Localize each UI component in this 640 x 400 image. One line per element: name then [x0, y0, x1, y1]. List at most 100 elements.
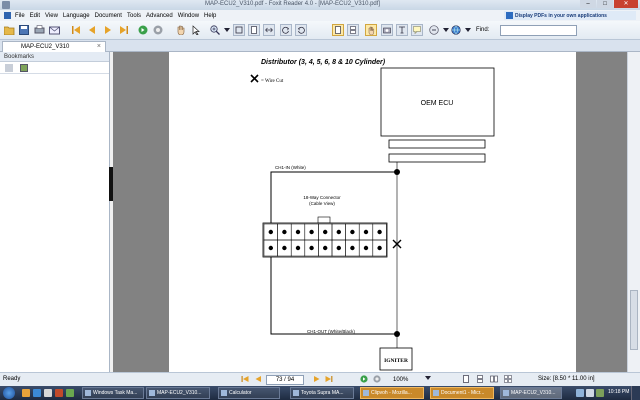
menu-tools[interactable]: Tools	[127, 13, 141, 19]
page-number-input[interactable]: 73 / 94	[266, 375, 304, 385]
show-desktop-button[interactable]	[631, 386, 640, 400]
snapshot-icon[interactable]	[381, 24, 393, 36]
promo-banner[interactable]: Display PDFs in your own applications	[504, 11, 636, 20]
connector-pin	[309, 245, 314, 251]
status-ready-text: Ready	[3, 376, 21, 382]
desktop-quicklaunch-icon[interactable]	[44, 389, 52, 397]
taskbar-item[interactable]: Calculator	[218, 387, 280, 399]
actual-size-icon[interactable]	[233, 24, 245, 36]
status-facing-icon[interactable]	[489, 375, 498, 384]
promo-icon	[506, 12, 513, 19]
hand-mode-icon[interactable]	[365, 24, 377, 36]
connector-pin	[268, 229, 273, 235]
ch1-out-junction	[394, 331, 400, 337]
close-tab-icon[interactable]: ×	[97, 42, 101, 52]
tab-document-label: MAP-ECU2_V310	[21, 44, 70, 50]
fit-width-icon[interactable]	[263, 24, 275, 36]
taskbar-item[interactable]: MAP-ECU2_V310...	[500, 387, 562, 399]
media-quicklaunch-icon[interactable]	[66, 389, 74, 397]
go-back-icon[interactable]	[152, 24, 164, 36]
taskbar-app-icon	[363, 390, 369, 396]
status-next-page-icon[interactable]	[312, 375, 321, 384]
taskbar-clock[interactable]: 10:18 PM	[608, 389, 629, 395]
find-input[interactable]	[500, 25, 577, 36]
text-select-mode-icon[interactable]	[396, 24, 408, 36]
menu-file[interactable]: File	[15, 13, 25, 19]
scrollbar-thumb[interactable]	[630, 290, 638, 350]
fit-page-icon[interactable]	[248, 24, 260, 36]
previous-page-icon[interactable]	[86, 24, 98, 36]
volume-tray-icon[interactable]	[586, 389, 594, 397]
status-last-page-icon[interactable]	[324, 375, 333, 384]
go-forward-icon[interactable]	[137, 24, 149, 36]
app-icon[interactable]	[2, 1, 10, 9]
delete-bookmark-icon[interactable]	[5, 64, 13, 72]
menu-help[interactable]: Help	[204, 13, 216, 19]
zoom-dropdown-chevron-icon[interactable]	[221, 24, 233, 36]
single-page-view-icon[interactable]	[332, 24, 344, 36]
oem-ecu-label: OEM ECU	[421, 100, 454, 107]
taskbar-item[interactable]: Windows Task Ma...	[82, 387, 144, 399]
connector-label-line2: (Cable View)	[309, 201, 335, 206]
email-icon[interactable]	[48, 24, 60, 36]
app-menu-icon[interactable]	[4, 12, 11, 19]
zoom-out-circle-icon[interactable]	[428, 24, 440, 36]
taskbar-item[interactable]: MAP-ECU2_V310...	[146, 387, 210, 399]
connector-pin	[295, 229, 301, 235]
status-continuous-icon[interactable]	[475, 375, 484, 384]
ecu-connector-upper	[388, 139, 486, 149]
open-icon[interactable]	[3, 24, 15, 36]
start-button[interactable]	[3, 387, 15, 399]
status-continuous-facing-icon[interactable]	[503, 375, 512, 384]
zoom-select-chevron-icon[interactable]	[423, 375, 432, 384]
taskbar-item[interactable]: Clipvoh - Mozilla...	[360, 387, 424, 399]
taskbar-item[interactable]: Toyota Supra MA...	[290, 387, 354, 399]
last-page-icon[interactable]	[118, 24, 130, 36]
minimize-button[interactable]: –	[580, 0, 596, 8]
bookmarks-title: Bookmarks	[0, 52, 109, 62]
page-heading: Distributor (3, 4, 5, 6, 8 & 10 Cylinder…	[261, 59, 386, 66]
explorer-quicklaunch-icon[interactable]	[22, 389, 30, 397]
menu-language[interactable]: Language	[63, 13, 90, 19]
network-tray-icon[interactable]	[576, 389, 584, 397]
save-icon[interactable]	[18, 24, 30, 36]
battery-tray-icon[interactable]	[596, 389, 604, 397]
status-go-icon[interactable]	[359, 375, 368, 384]
document-viewport[interactable]: Distributor (3, 4, 5, 6, 8 & 10 Cylinder…	[113, 52, 627, 372]
taskbar-item-label: Windows Task Ma...	[93, 390, 138, 396]
rotate-right-icon[interactable]	[295, 24, 307, 36]
globe-icon[interactable]	[450, 24, 462, 36]
vertical-scrollbar[interactable]	[627, 52, 640, 372]
add-bookmark-icon[interactable]	[20, 64, 28, 72]
menu-advanced[interactable]: Advanced	[146, 13, 173, 19]
status-single-page-icon[interactable]	[461, 375, 470, 384]
menu-window[interactable]: Window	[178, 13, 199, 19]
browser-quicklaunch-icon[interactable]	[33, 389, 41, 397]
firefox-quicklaunch-icon[interactable]	[55, 389, 63, 397]
first-page-icon[interactable]	[70, 24, 82, 36]
select-text-icon[interactable]	[190, 24, 202, 36]
globe-dropdown-icon[interactable]	[462, 24, 474, 36]
print-icon[interactable]	[33, 24, 45, 36]
continuous-view-icon[interactable]	[347, 24, 359, 36]
next-page-icon[interactable]	[102, 24, 114, 36]
maximize-button[interactable]: □	[597, 0, 613, 8]
ch1-out-label: CH1-OUT (White/Black)	[307, 329, 355, 334]
menu-bar: File Edit View Language Document Tools A…	[0, 10, 640, 21]
tab-document[interactable]: MAP-ECU2_V310 ×	[2, 41, 106, 52]
taskbar-app-icon	[85, 390, 91, 396]
taskbar-item[interactable]: Document1 - Micr...	[430, 387, 494, 399]
menu-view[interactable]: View	[45, 13, 58, 19]
close-window-button[interactable]: ✕	[614, 0, 638, 8]
hand-tool-icon[interactable]	[175, 24, 187, 36]
taskbar-item-label: Calculator	[229, 390, 252, 396]
menu-document[interactable]: Document	[95, 13, 122, 19]
status-previous-page-icon[interactable]	[253, 375, 262, 384]
menu-edit[interactable]: Edit	[30, 13, 40, 19]
zoom-in-icon[interactable]	[209, 24, 221, 36]
status-first-page-icon[interactable]	[240, 375, 249, 384]
status-stop-icon[interactable]	[372, 375, 381, 384]
annotation-icon[interactable]	[411, 24, 423, 36]
connector-pin	[309, 229, 314, 235]
rotate-left-icon[interactable]	[280, 24, 292, 36]
